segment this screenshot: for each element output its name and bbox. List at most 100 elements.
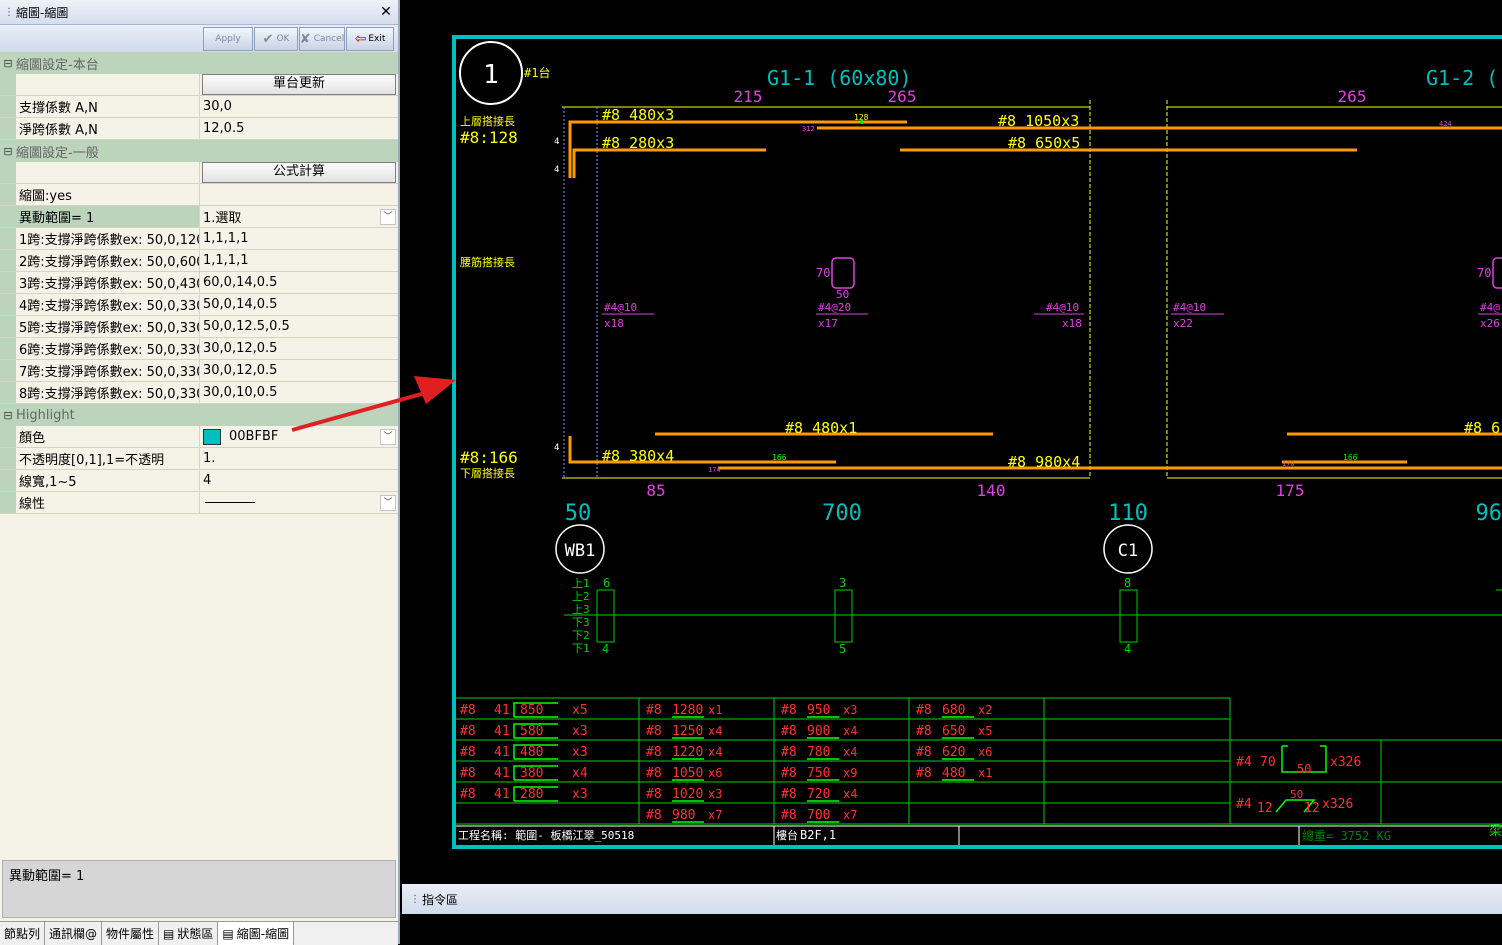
sched-qty: x4 <box>843 724 857 738</box>
apply-button[interactable]: Apply <box>203 27 253 51</box>
sched-bar: #8 <box>646 724 662 739</box>
bar-980x4: #8 980x4 <box>1008 453 1080 471</box>
sched-bar: #8 <box>781 787 797 802</box>
span-input[interactable]: 1,1,1,1 <box>200 250 398 271</box>
netspan-input[interactable]: 12,0.5 <box>200 118 398 139</box>
st5-top: #4@ <box>1480 301 1500 314</box>
section-tag: #1台 <box>524 65 550 80</box>
ok-button[interactable]: ✔OK <box>254 27 298 51</box>
tab-label: 縮圖-縮圖 <box>237 925 289 942</box>
row-thumb: 縮圖:yes <box>0 184 398 206</box>
footer-right: 梁 <box>1489 824 1502 839</box>
sched-qty: x1 <box>978 766 992 780</box>
chevron-down-icon[interactable]: ﹀ <box>380 495 396 511</box>
sched-qty: x1 <box>708 703 722 717</box>
sched-qty: x5 <box>978 724 992 738</box>
span-input[interactable]: 50,0,12.5,0.5 <box>200 316 398 337</box>
bdim-175: 175 <box>1276 481 1305 500</box>
span-input[interactable]: 1,1,1,1 <box>200 228 398 249</box>
span-label: 5跨:支撐淨跨係數ex: 50,0,330 <box>16 316 200 337</box>
sched-bar: #8 <box>646 808 662 823</box>
col-96: 96 <box>1476 501 1502 526</box>
property-grid: ⊟縮圖設定-本台 單台更新 支撐係數 A,N30,0 淨跨係數 A,N12,0.… <box>0 52 398 514</box>
stir2-a: 12 <box>1257 801 1273 816</box>
collapse-icon[interactable]: ⊟ <box>0 57 16 70</box>
col1-top: 6 <box>603 576 610 590</box>
color-value: 00BFBF <box>229 429 278 444</box>
top-lap-label: 上層搭接長 <box>460 115 515 128</box>
row-support: 支撐係數 A,N30,0 <box>0 96 398 118</box>
close-icon[interactable]: ✕ <box>374 4 398 20</box>
update-single-button[interactable]: 單台更新 <box>202 74 396 95</box>
collapse-icon[interactable]: ⊟ <box>0 409 16 422</box>
opacity-input[interactable]: 1. <box>200 448 398 469</box>
category-highlight-label: Highlight <box>16 408 75 423</box>
tab-1[interactable]: 通訊欄@ <box>45 922 102 945</box>
sched-len: 650 <box>942 724 965 739</box>
cancel-button[interactable]: ✘Cancel <box>299 27 345 51</box>
st1-top: #4@10 <box>604 301 637 314</box>
sched-qty: x9 <box>843 766 857 780</box>
chevron-down-icon[interactable]: ﹀ <box>380 429 396 445</box>
stir1-b: 50 <box>1297 762 1311 776</box>
sched-bar: #8 <box>646 703 662 718</box>
range-select-value: 1.選取 <box>203 207 241 226</box>
span-input[interactable]: 60,0,14,0.5 <box>200 272 398 293</box>
description-box: 異動範圍= 1 <box>2 860 396 918</box>
bar-6: #8 6 <box>1464 419 1500 437</box>
tab-label: 節點列 <box>4 925 40 942</box>
row-opacity: 不透明度[0,1],1=不透明1. <box>0 448 398 470</box>
col-50: 50 <box>565 501 592 526</box>
category-highlight[interactable]: ⊟Highlight <box>0 404 398 426</box>
stirrup-50a: 50 <box>836 288 849 301</box>
dim-215: 215 <box>734 87 763 106</box>
tab-0[interactable]: 節點列 <box>0 922 45 945</box>
support-input[interactable]: 30,0 <box>200 96 398 117</box>
command-bar[interactable]: ⋮ 指令區 <box>402 884 1502 914</box>
sched-qty: x3 <box>708 787 722 801</box>
drag-grip-icon[interactable]: ⋮ <box>410 894 418 905</box>
row-color: 顏色00BFBF﹀ <box>0 426 398 448</box>
drag-grip-icon[interactable]: ⋮ <box>4 7 12 18</box>
category-general[interactable]: ⊟縮圖設定-一般 <box>0 140 398 162</box>
tab-3[interactable]: ▤狀態區 <box>159 922 218 945</box>
tab-label: 狀態區 <box>177 925 213 942</box>
category-local[interactable]: ⊟縮圖設定-本台 <box>0 52 398 74</box>
style-label: 線性 <box>16 492 200 513</box>
width-input[interactable]: 4 <box>200 470 398 491</box>
cad-drawing[interactable]: 1 #1台 G1-1 (60x80) G1-2 ( 215 265 265 上層… <box>402 0 1502 884</box>
sched-bar: #8 <box>646 787 662 802</box>
tab-4[interactable]: ▤ 縮圖-縮圖 <box>218 922 294 945</box>
sched-len: 580 <box>520 724 543 739</box>
sched-qty: x4 <box>708 724 722 738</box>
cancel-label: Cancel <box>314 34 345 44</box>
span-input[interactable]: 30,0,12,0.5 <box>200 360 398 381</box>
bar-480x1: #8 480x1 <box>785 419 857 437</box>
cad-viewport[interactable]: 1 #1台 G1-1 (60x80) G1-2 ( 215 265 265 上層… <box>402 0 1502 884</box>
chevron-down-icon[interactable]: ﹀ <box>380 209 396 225</box>
collapse-icon[interactable]: ⊟ <box>0 145 16 158</box>
col-700: 700 <box>822 501 862 526</box>
sched-len: 780 <box>807 745 830 760</box>
tab-panel-icon: ▤ <box>222 927 233 941</box>
span-input[interactable]: 30,0,10,0.5 <box>200 382 398 403</box>
span-input[interactable]: 50,0,14,0.5 <box>200 294 398 315</box>
range-select[interactable]: 1.選取 ﹀ <box>200 206 398 227</box>
tab-2[interactable]: 物件屬性 <box>102 922 159 945</box>
thumb-value[interactable] <box>200 184 398 205</box>
exit-button[interactable]: ⇦Exit <box>346 27 394 51</box>
formula-button[interactable]: 公式計算 <box>202 162 396 183</box>
span-input[interactable]: 30,0,12,0.5 <box>200 338 398 359</box>
sched-qty: x3 <box>572 787 588 802</box>
command-input-area[interactable] <box>402 914 1502 944</box>
node-c1: C1 <box>1118 541 1138 561</box>
bar-1050x3: #8 1050x3 <box>998 112 1079 130</box>
level-label: 下2 <box>572 629 590 642</box>
thumb-label: 縮圖:yes <box>16 184 200 205</box>
st1-bot: x18 <box>604 317 624 330</box>
stir1-bar: #4 <box>1236 755 1252 770</box>
sched-len: 380 <box>520 766 543 781</box>
row-netspan: 淨跨係數 A,N12,0.5 <box>0 118 398 140</box>
line-style-select[interactable]: ﹀ <box>200 492 398 513</box>
color-select[interactable]: 00BFBF ﹀ <box>200 426 398 447</box>
